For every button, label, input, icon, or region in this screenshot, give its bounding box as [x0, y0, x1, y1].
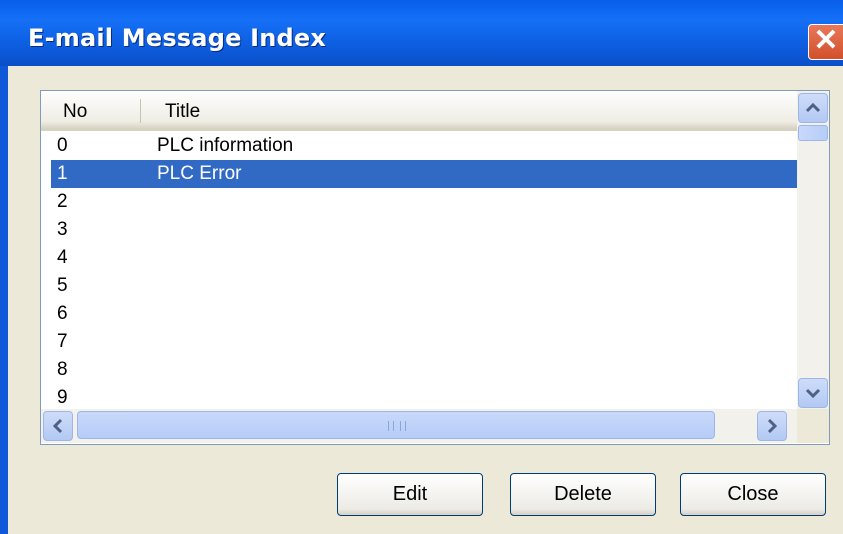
- grip-icon: [388, 421, 406, 431]
- title-bar[interactable]: E-mail Message Index ✕: [0, 0, 843, 66]
- item-title: PLC information: [157, 135, 294, 156]
- item-no: 5: [57, 275, 68, 296]
- list-item[interactable]: 3: [41, 216, 797, 244]
- scroll-up-button[interactable]: [798, 93, 828, 123]
- window-border: [0, 66, 8, 534]
- close-window-button[interactable]: ✕: [808, 24, 843, 60]
- chevron-left-icon: [52, 418, 63, 434]
- list-item[interactable]: 5: [41, 272, 797, 300]
- column-header-title[interactable]: Title: [165, 101, 200, 123]
- vertical-scroll-thumb[interactable]: [798, 125, 828, 141]
- horizontal-scroll-thumb[interactable]: [77, 411, 715, 439]
- item-no: 8: [57, 359, 68, 380]
- item-no: 4: [57, 247, 68, 268]
- close-button[interactable]: Close: [680, 473, 826, 516]
- list-item[interactable]: 8: [41, 356, 797, 384]
- list-item[interactable]: 6: [41, 300, 797, 328]
- chevron-up-icon: [805, 102, 821, 113]
- list-item[interactable]: 2: [41, 188, 797, 216]
- list-item[interactable]: 7: [41, 328, 797, 356]
- list-header: No Title: [41, 91, 797, 131]
- item-no: 1: [57, 163, 68, 184]
- delete-button[interactable]: Delete: [510, 473, 656, 516]
- horizontal-scrollbar[interactable]: [41, 409, 797, 443]
- chevron-down-icon: [805, 388, 821, 399]
- column-header-no[interactable]: No: [63, 101, 87, 123]
- item-no: 9: [57, 387, 68, 408]
- edit-button[interactable]: Edit: [337, 473, 483, 516]
- list-item[interactable]: 9: [41, 384, 797, 412]
- scroll-down-button[interactable]: [798, 378, 828, 408]
- vertical-scrollbar[interactable]: [797, 91, 829, 409]
- item-title: PLC Error: [157, 163, 242, 184]
- list-rows: 0 PLC information 1 PLC Error 2 3 4 5 6 7 …: [41, 132, 797, 412]
- list-item[interactable]: 0 PLC information: [41, 132, 797, 160]
- column-separator[interactable]: [140, 99, 141, 123]
- window-title: E-mail Message Index: [28, 24, 327, 52]
- list-item-selected[interactable]: 1 PLC Error: [51, 160, 797, 188]
- close-icon: ✕: [813, 24, 839, 57]
- item-no: 6: [57, 303, 68, 324]
- email-message-index-window: E-mail Message Index ✕ No Title 0 PLC inf…: [0, 0, 843, 534]
- scrollbar-corner: [797, 409, 829, 443]
- chevron-right-icon: [767, 418, 778, 434]
- scroll-left-button[interactable]: [43, 411, 73, 441]
- list-item[interactable]: 4: [41, 244, 797, 272]
- item-no: 7: [57, 331, 68, 352]
- message-list[interactable]: No Title 0 PLC information 1 PLC Error 2 3…: [40, 90, 830, 445]
- scroll-right-button[interactable]: [757, 411, 787, 441]
- item-no: 2: [57, 191, 68, 212]
- item-no: 3: [57, 219, 68, 240]
- item-no: 0: [57, 135, 68, 156]
